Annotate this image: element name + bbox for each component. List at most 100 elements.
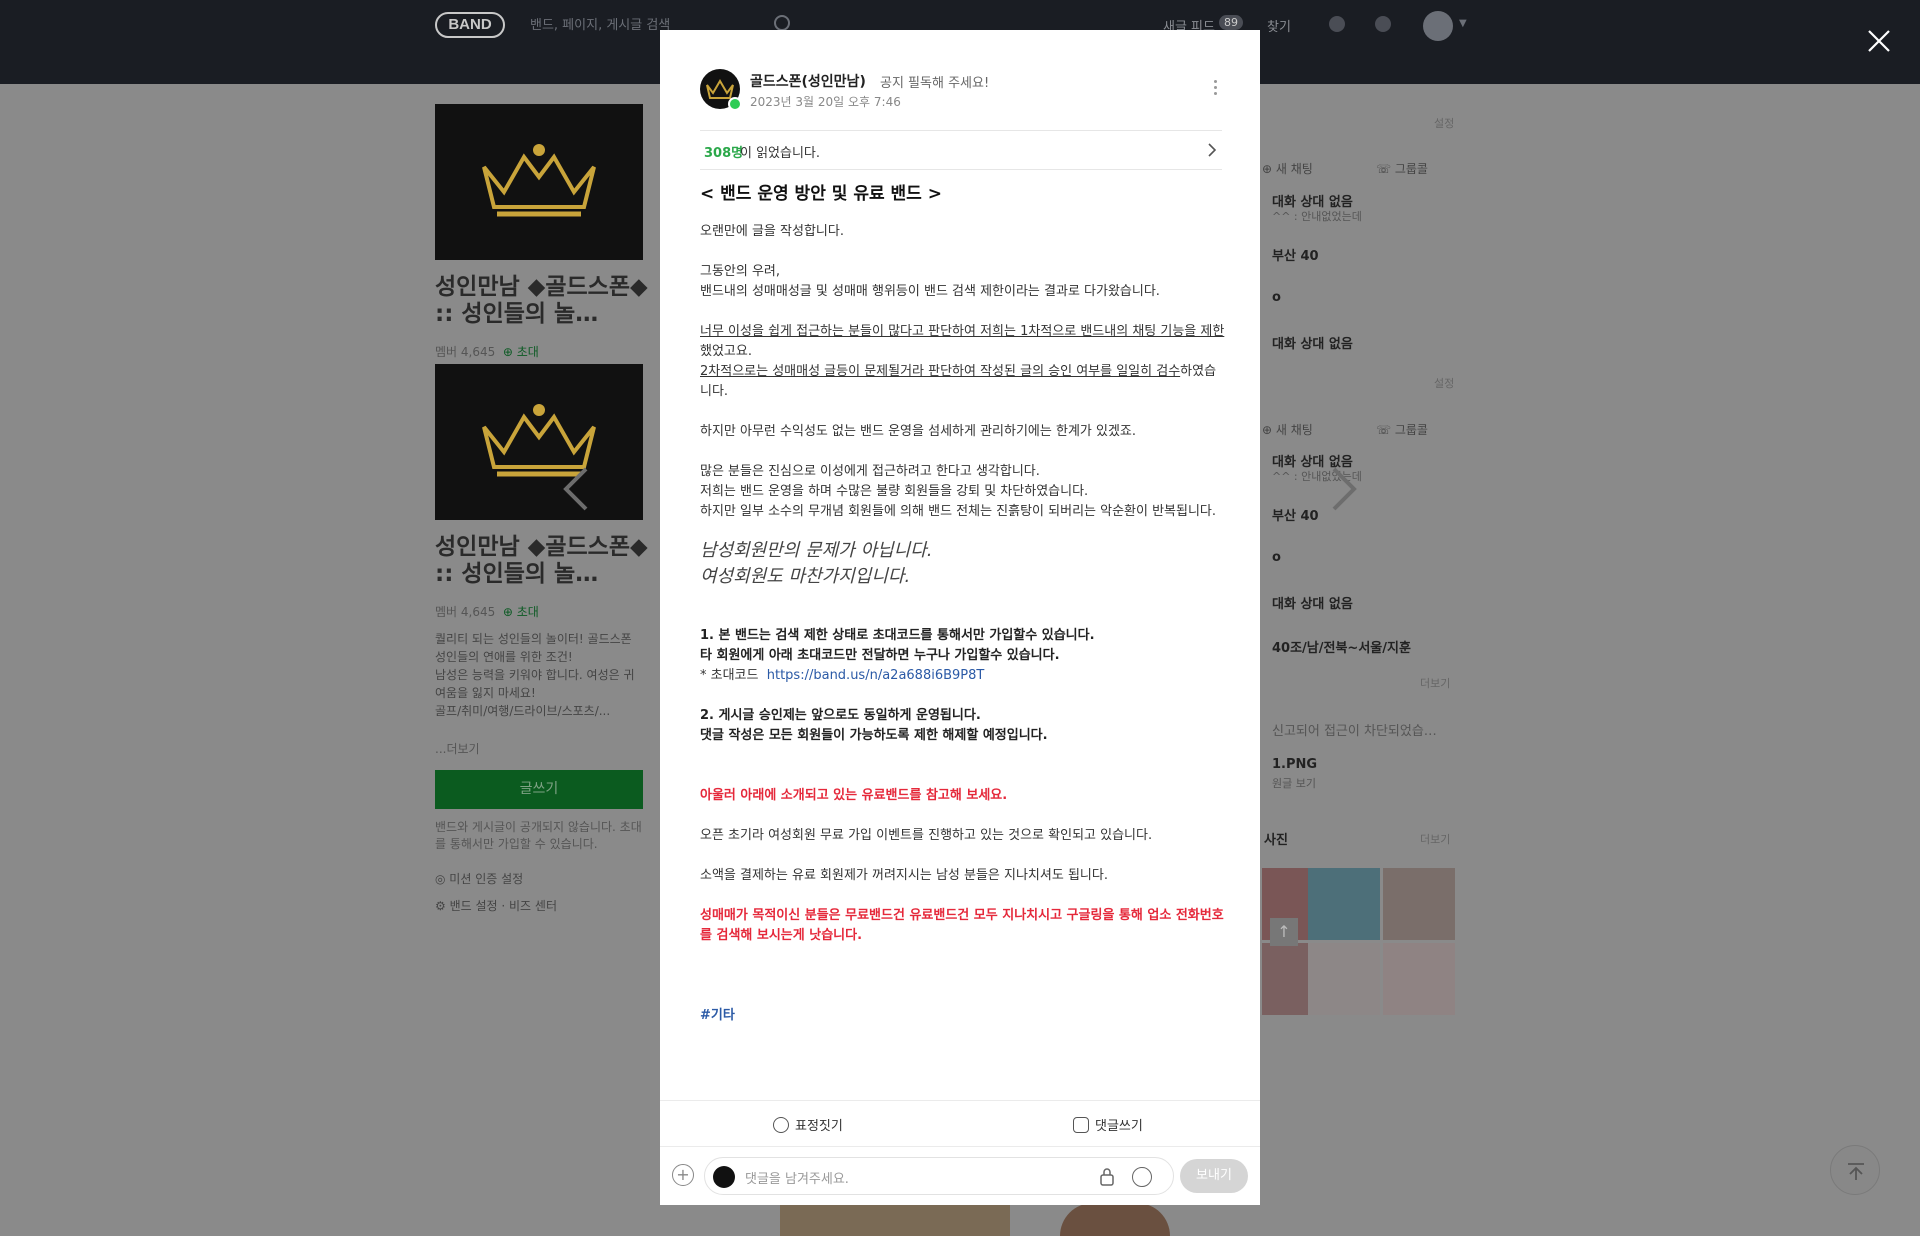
invite-link[interactable]: ⊕ 초대 — [503, 345, 539, 359]
chat-item-name[interactable]: 부산 40 — [1272, 245, 1319, 264]
privacy-note: 밴드와 게시글이 공개되지 않습니다. 초대를 통해서만 가입할 수 있습니다. — [435, 820, 642, 851]
group-call-label: 그룹콜 — [1394, 423, 1428, 437]
chat-item-preview: ^^ : 안내없었는데 — [1272, 210, 1362, 223]
commenter-avatar — [713, 1166, 735, 1188]
crown-icon — [482, 144, 596, 217]
post-heading: < 밴드 운영 방안 및 유료 밴드 > — [700, 184, 942, 204]
background-thumbnail — [1060, 1203, 1170, 1236]
notification-bell-icon[interactable] — [1329, 16, 1345, 32]
group-call-button[interactable]: ☏ 그룹콜 — [1376, 160, 1428, 177]
nav-find[interactable]: 찾기 — [1267, 16, 1291, 35]
post-paragraph: 하지만 일부 소수의 무개념 회원들에 의해 밴드 전체는 진흙탕이 되버리는 … — [700, 504, 1217, 519]
comment-input[interactable]: 댓글을 남겨주세요. — [704, 1157, 1174, 1195]
photo-thumbnail[interactable] — [1383, 943, 1455, 1015]
add-attachment-icon[interactable]: + — [672, 1164, 694, 1186]
mission-setting-link[interactable]: ◎ 미션 인증 설정 — [435, 870, 523, 887]
chevron-right-icon — [1208, 143, 1217, 157]
emotion-button-label: 표정짓기 — [795, 1119, 843, 1134]
chat-item-name[interactable]: o — [1272, 550, 1281, 565]
user-avatar[interactable] — [1423, 11, 1453, 41]
bold-paragraph: 2. 게시글 승인제는 앞으로도 동일하게 운영됩니다. — [700, 708, 981, 723]
more-link[interactable]: 더보기 — [1420, 675, 1450, 691]
invite-code-line: * 초대코드 https://band.us/n/a2a688i6B9P8T — [700, 666, 1225, 686]
lock-icon[interactable] — [1097, 1167, 1117, 1187]
chevron-down-icon[interactable]: ▼ — [1459, 18, 1467, 29]
file-original-link[interactable]: 원글 보기 — [1272, 775, 1316, 791]
read-count: 308명 — [704, 146, 744, 161]
comment-placeholder: 댓글을 남겨주세요. — [745, 1172, 849, 1187]
next-post-chevron-icon[interactable] — [1330, 466, 1358, 512]
write-post-button[interactable]: 글쓰기 — [435, 770, 643, 809]
emotion-button[interactable]: 표정짓기 — [773, 1115, 843, 1134]
group-call-button[interactable]: ☏ 그룹콜 — [1376, 421, 1428, 438]
setting-link[interactable]: 설정 — [1434, 375, 1454, 391]
new-chat-label: 새 채팅 — [1275, 423, 1313, 437]
new-chat-button[interactable]: ⊕ 새 채팅 — [1262, 160, 1313, 177]
bold-paragraph: 타 회원에게 아래 초대코드만 전달하면 누구나 가입할수 있습니다. — [700, 648, 1060, 663]
comment-composer: + 댓글을 남겨주세요. 보내기 — [660, 1146, 1260, 1205]
more-link[interactable]: 더보기 — [1420, 831, 1450, 847]
setting-link[interactable]: 설정 — [1434, 115, 1454, 131]
bold-paragraph: 1. 본 밴드는 검색 제한 상태로 초대코드를 통해서만 가입할수 있습니다. — [700, 628, 1095, 643]
new-chat-label: 새 채팅 — [1275, 162, 1313, 176]
chat-item-name[interactable]: 대화 상대 없음 — [1272, 593, 1353, 612]
highlight-paragraph: 아울러 아래에 소개되고 있는 유료밴드를 참고해 보세요. — [700, 788, 1008, 803]
smile-icon — [773, 1116, 789, 1133]
post-actions-bar: 표정짓기 댓글쓰기 — [660, 1100, 1260, 1146]
bold-paragraph: 댓글 작성은 모든 회원들이 가능하도록 제한 해제할 예정입니다. — [700, 728, 1048, 743]
underlined-text: 2차적으로는 성매매성 글등이 문제될거라 판단하여 작성된 글의 승인 여부를… — [700, 364, 1181, 379]
emoji-icon[interactable] — [1132, 1167, 1152, 1187]
post-paragraph: 많은 분들은 진심으로 이성에게 접근하려고 한다고 생각합니다. — [700, 464, 1040, 479]
invite-code-label: * 초대코드 — [700, 668, 759, 683]
biz-center-link[interactable]: 비즈 센터 — [509, 899, 557, 913]
scroll-to-top-button[interactable] — [1830, 1145, 1880, 1195]
scroll-up-icon[interactable]: ↑ — [1270, 918, 1298, 946]
group-call-label: 그룹콜 — [1394, 162, 1428, 176]
notice-label: 공지 필독해 주세요! — [880, 76, 990, 91]
file-name[interactable]: 1.PNG — [1272, 757, 1317, 772]
post-paragraph: 소액을 결제하는 유료 회원제가 꺼려지시는 남성 분들은 지나치셔도 됩니다. — [700, 868, 1108, 883]
author-name[interactable]: 골드스폰(성인만남) — [750, 71, 866, 91]
post-paragraph: 그동안의 우려, — [700, 264, 781, 279]
photo-thumbnail[interactable] — [1383, 868, 1455, 940]
chat-item-name[interactable]: 대화 상대 없음 — [1272, 333, 1353, 352]
photo-thumbnail[interactable] — [1308, 943, 1380, 1015]
chat-item-name[interactable]: 40조/남/전북~서울/지훈 — [1272, 637, 1411, 656]
chat-item-name[interactable]: 부산 40 — [1272, 505, 1319, 524]
post-date: 2023년 3월 20일 오후 7:46 — [750, 95, 901, 109]
band-setting-link[interactable]: ⚙ 밴드 설정 · 비즈 센터 — [435, 897, 557, 914]
comment-button[interactable]: 댓글쓰기 — [1073, 1115, 1143, 1134]
underlined-text: 너무 이성을 쉽게 접근하는 분들이 많다고 판단하여 저희는 1차적으로 밴드… — [700, 324, 1225, 339]
read-count-text: 이 읽었습니다. — [740, 146, 821, 161]
post-body: < 밴드 운영 방안 및 유료 밴드 > 오랜만에 글을 작성합니다. 그동안의… — [700, 182, 1225, 1026]
post-paragraph: 저희는 밴드 운영을 하며 수많은 불량 회원들을 강퇴 및 차단하였습니다. — [700, 484, 1089, 499]
send-button[interactable]: 보내기 — [1180, 1159, 1248, 1193]
comment-icon — [1073, 1116, 1089, 1133]
background-thumbnail — [780, 1203, 1010, 1236]
band-logo[interactable]: BAND — [435, 12, 505, 38]
prev-post-chevron-icon[interactable] — [562, 466, 590, 512]
member-count: 멤버 4,645 — [435, 605, 496, 619]
post-paragraph: 너무 이성을 쉽게 접근하는 분들이 많다고 판단하여 저희는 1차적으로 밴드… — [700, 322, 1225, 362]
description-more-link[interactable]: ...더보기 — [435, 740, 480, 757]
read-count-bar[interactable]: 308명 이 읽었습니다. — [700, 130, 1222, 170]
band-description: 퀄리티 되는 성인들의 놀이터! 골드스폰 성인들의 연애를 위한 조건! 남성… — [435, 632, 635, 718]
chat-item-name[interactable]: o — [1272, 290, 1281, 305]
search-icon[interactable] — [774, 15, 790, 31]
member-count: 멤버 4,645 — [435, 345, 496, 359]
hashtag-link[interactable]: #기타 — [700, 1006, 1225, 1026]
band-title[interactable]: 성인만남 ◆골드스폰◆ :: 성인들의 놀… — [435, 534, 650, 588]
band-cover-image[interactable] — [435, 364, 643, 520]
band-cover-image[interactable] — [435, 104, 643, 260]
photo-thumbnail[interactable] — [1308, 868, 1380, 940]
post-paragraph: 밴드내의 성매매성글 및 성매매 행위등이 밴드 검색 제한이라는 결과로 다가… — [700, 284, 1160, 299]
post-paragraph: 오랜만에 글을 작성합니다. — [700, 224, 844, 239]
band-title[interactable]: 성인만남 ◆골드스폰◆ :: 성인들의 놀… — [435, 274, 650, 328]
invite-link[interactable]: ⊕ 초대 — [503, 605, 539, 619]
invite-code-link[interactable]: https://band.us/n/a2a688i6B9P8T — [767, 668, 985, 683]
close-icon[interactable] — [1866, 28, 1892, 54]
more-options-icon[interactable] — [1212, 80, 1218, 98]
new-chat-button[interactable]: ⊕ 새 채팅 — [1262, 421, 1313, 438]
chat-icon[interactable] — [1375, 16, 1391, 32]
photos-title: 사진 — [1264, 833, 1288, 848]
